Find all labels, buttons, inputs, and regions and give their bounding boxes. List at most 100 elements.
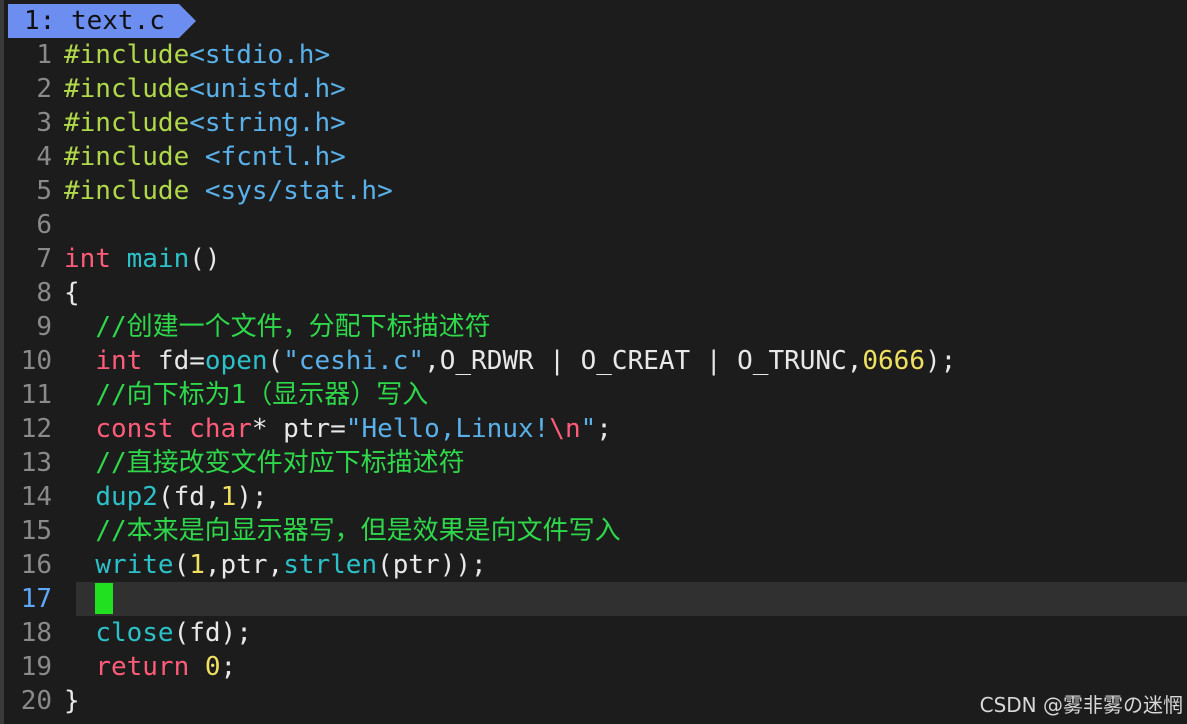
code-token: #include: [64, 40, 190, 70]
code-token: strlen: [283, 550, 378, 580]
code-token: return: [95, 652, 190, 682]
code-line[interactable]: 6: [8, 208, 1187, 242]
code-line[interactable]: 11 //向下标为1（显示器）写入: [8, 378, 1187, 412]
code-token: 0: [204, 652, 221, 682]
text-cursor: [95, 582, 114, 614]
code-token: }: [64, 686, 80, 716]
code-text: //直接改变文件对应下标描述符: [64, 446, 465, 480]
line-number: 8: [36, 278, 52, 308]
line-number: 2: [36, 74, 52, 104]
code-token: write: [95, 550, 174, 580]
line-number: 3: [36, 108, 52, 138]
code-token: );: [236, 482, 268, 512]
terminal-window: 1: text.c 1 #include<stdio.h> 2 #include<un…: [0, 0, 1187, 724]
line-number: 19: [20, 652, 52, 682]
line-number: 10: [20, 346, 52, 376]
code-text: #include<string.h>: [64, 106, 346, 140]
code-token: (fd,: [157, 482, 221, 512]
code-token: <sys/stat.h>: [204, 176, 393, 206]
code-line[interactable]: 4 #include <fcntl.h>: [8, 140, 1187, 174]
line-number: 7: [36, 244, 52, 274]
code-line[interactable]: 13 //直接改变文件对应下标描述符: [8, 446, 1187, 480]
code-token: //向下标为1（显示器）写入: [95, 380, 429, 410]
code-line[interactable]: 1 #include<stdio.h>: [8, 38, 1187, 72]
code-token: ;: [596, 414, 612, 444]
cursorline-highlight: [76, 582, 1187, 616]
code-token: (: [267, 346, 284, 376]
code-line[interactable]: 12 const char* ptr="Hello,Linux!\n";: [8, 412, 1187, 446]
watermark: CSDN @雾非雾の迷惘: [979, 693, 1183, 717]
code-editor[interactable]: 1 #include<stdio.h> 2 #include<unistd.h> 3 #i…: [8, 38, 1187, 718]
code-token: (): [189, 244, 221, 274]
line-number: 1: [36, 40, 52, 70]
code-text: #include<stdio.h>: [64, 38, 330, 72]
code-token: open: [204, 346, 268, 376]
code-token: <string.h>: [189, 108, 346, 138]
code-text: int main(): [64, 242, 221, 276]
code-line[interactable]: 16 write(1,ptr,strlen(ptr));: [8, 548, 1187, 582]
line-number: 20: [20, 686, 52, 716]
code-token: 1: [220, 482, 237, 512]
code-token: const: [95, 414, 174, 444]
code-token: );: [925, 346, 957, 376]
code-token: close: [95, 618, 174, 648]
code-line[interactable]: 10 int fd=open("ceshi.c",O_RDWR | O_CREA…: [8, 344, 1187, 378]
line-number: 15: [20, 516, 52, 546]
line-number: 11: [20, 380, 52, 410]
code-token: <stdio.h>: [189, 40, 331, 70]
buffer-tab[interactable]: 1: text.c: [8, 4, 196, 38]
code-text: const char* ptr="Hello,Linux!\n";: [64, 412, 612, 446]
code-line[interactable]: 8{: [8, 276, 1187, 310]
code-token: (: [173, 550, 190, 580]
code-token: \n: [549, 414, 581, 444]
code-token: ": [580, 414, 597, 444]
code-line[interactable]: 3 #include<string.h>: [8, 106, 1187, 140]
code-token: #include: [64, 176, 205, 206]
code-line[interactable]: 9 //创建一个文件，分配下标描述符: [8, 310, 1187, 344]
code-line[interactable]: 15 //本来是向显示器写，但是效果是向文件写入: [8, 514, 1187, 548]
code-token: char: [189, 414, 252, 444]
code-text: close(fd);: [64, 616, 252, 650]
code-text: //向下标为1（显示器）写入: [64, 378, 428, 412]
code-token: #include: [64, 108, 190, 138]
line-number: 17: [20, 584, 52, 614]
code-line[interactable]: 18 close(fd);: [8, 616, 1187, 650]
code-token: //直接改变文件对应下标描述符: [95, 448, 465, 478]
code-line[interactable]: 14 dup2(fd,1);: [8, 480, 1187, 514]
code-token: ,O_RDWR | O_CREAT | O_TRUNC,: [424, 346, 863, 376]
code-text: dup2(fd,1);: [64, 480, 268, 514]
code-token: <fcntl.h>: [204, 142, 346, 172]
code-token: "Hello,Linux!: [345, 414, 550, 444]
code-text: return 0;: [64, 650, 236, 684]
code-line[interactable]: 5 #include <sys/stat.h>: [8, 174, 1187, 208]
code-line[interactable]: 17: [8, 582, 1187, 616]
code-token: ;: [220, 652, 237, 682]
code-token: ,ptr,: [204, 550, 284, 580]
code-line[interactable]: 2 #include<unistd.h>: [8, 72, 1187, 106]
code-text: int fd=open("ceshi.c",O_RDWR | O_CREAT |…: [64, 344, 956, 378]
code-token: //本来是向显示器写，但是效果是向文件写入: [95, 516, 621, 546]
code-token: int: [95, 346, 143, 376]
line-number: 9: [36, 312, 52, 342]
line-number: 6: [36, 210, 52, 240]
code-token: main: [126, 244, 190, 274]
code-token: int: [64, 244, 111, 274]
code-token: //创建一个文件，分配下标描述符: [95, 312, 491, 342]
code-line[interactable]: 7 int main(): [8, 242, 1187, 276]
code-token: (ptr));: [377, 550, 487, 580]
code-token: <unistd.h>: [189, 74, 346, 104]
code-token: 0666: [862, 346, 925, 376]
code-line[interactable]: 19 return 0;: [8, 650, 1187, 684]
code-token: #include: [64, 142, 205, 172]
code-token: dup2: [95, 482, 158, 512]
